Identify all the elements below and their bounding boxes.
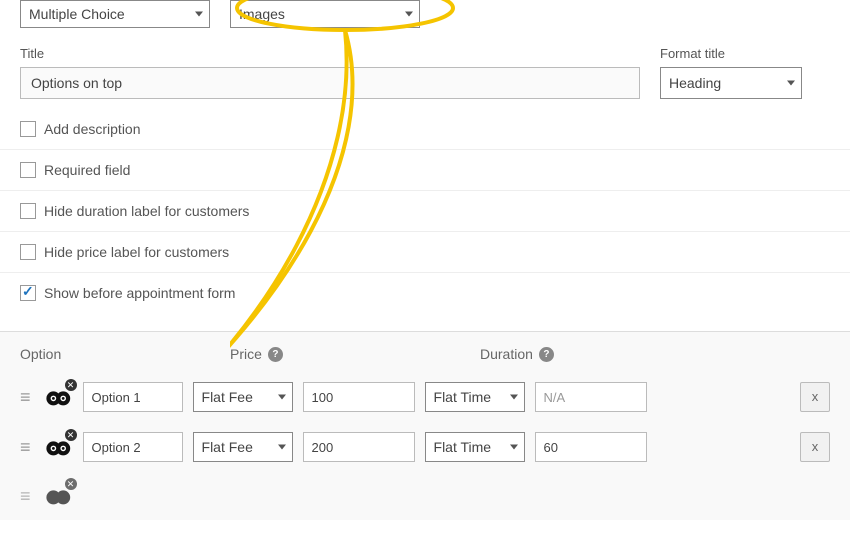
chevron-down-icon [510,395,518,400]
delete-option-button[interactable]: x [800,432,830,462]
help-icon[interactable]: ? [539,347,554,362]
chevron-down-icon [278,445,286,450]
drag-handle-icon[interactable] [20,442,33,452]
price-type-select[interactable]: Flat Fee [193,382,293,412]
display-format-value: Images [239,6,285,22]
duration-amount-input[interactable] [535,382,647,412]
price-type-value: Flat Fee [202,439,253,455]
hide-price-row[interactable]: Hide price label for customers [0,231,850,272]
required-field-label: Required field [44,162,130,178]
option-thumbnail[interactable]: ✕ [45,433,73,461]
show-before-row[interactable]: Show before appointment form [0,272,850,313]
title-label: Title [20,46,640,61]
price-header: Price [230,346,262,362]
format-title-select[interactable]: Heading [660,67,802,99]
duration-type-select[interactable]: Flat Time [425,432,525,462]
delete-option-button[interactable]: x [800,382,830,412]
price-type-value: Flat Fee [202,389,253,405]
show-before-label: Show before appointment form [44,285,235,301]
chevron-down-icon [278,395,286,400]
checkbox-icon [20,203,36,219]
format-title-value: Heading [669,75,721,91]
option-row: ✕ Flat Fee Flat Time x [0,422,850,472]
title-input[interactable] [20,67,640,99]
question-type-select[interactable]: Multiple Choice [20,0,210,28]
price-amount-input[interactable] [303,382,415,412]
remove-image-icon[interactable]: ✕ [65,379,77,391]
checkbox-icon [20,244,36,260]
duration-amount-input[interactable] [535,432,647,462]
display-format-select[interactable]: Images [230,0,420,28]
hide-duration-label: Hide duration label for customers [44,203,249,219]
remove-image-icon[interactable]: ✕ [65,429,77,441]
duration-type-value: Flat Time [434,389,492,405]
chevron-down-icon [787,81,795,86]
checkbox-checked-icon [20,285,36,301]
duration-type-select[interactable]: Flat Time [425,382,525,412]
option-row: ✕ Flat Fee Flat Time x [0,372,850,422]
price-amount-input[interactable] [303,432,415,462]
chevron-down-icon [405,12,413,17]
option-name-input[interactable] [83,432,183,462]
format-title-label: Format title [660,46,802,61]
chevron-down-icon [195,12,203,17]
add-description-row[interactable]: Add description [0,109,850,149]
required-field-row[interactable]: Required field [0,149,850,190]
duration-header: Duration [480,346,533,362]
help-icon[interactable]: ? [268,347,283,362]
drag-handle-icon[interactable] [20,392,33,402]
add-description-label: Add description [44,121,141,137]
option-thumbnail[interactable]: ✕ [45,383,73,411]
option-thumbnail[interactable]: ✕ [45,482,73,510]
chevron-down-icon [510,445,518,450]
checkbox-icon [20,162,36,178]
checkbox-icon [20,121,36,137]
hide-duration-row[interactable]: Hide duration label for customers [0,190,850,231]
option-header: Option [20,346,230,362]
option-name-input[interactable] [83,382,183,412]
drag-handle-icon[interactable] [20,491,33,501]
hide-price-label: Hide price label for customers [44,244,229,260]
options-section: Option Price ? Duration ? ✕ Flat Fee Fla… [0,331,850,520]
duration-type-value: Flat Time [434,439,492,455]
option-row: ✕ [0,472,850,520]
remove-image-icon[interactable]: ✕ [65,478,77,490]
question-type-value: Multiple Choice [29,6,125,22]
price-type-select[interactable]: Flat Fee [193,432,293,462]
